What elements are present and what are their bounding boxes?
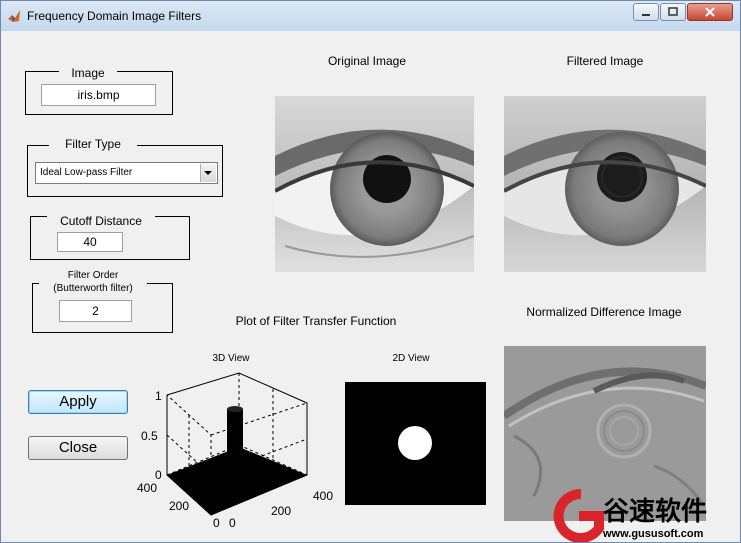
3d-view-title: 3D View bbox=[212, 353, 250, 364]
filter-order-label-line2: (Butterworth filter) bbox=[53, 283, 133, 294]
filter-type-selected: Ideal Low-pass Filter bbox=[40, 167, 133, 178]
original-image bbox=[275, 96, 474, 272]
plot-2d bbox=[345, 382, 486, 505]
original-image-title: Original Image bbox=[327, 54, 407, 68]
cutoff-label: Cutoff Distance bbox=[47, 214, 155, 228]
close-icon bbox=[705, 7, 715, 17]
image-group-label: Image bbox=[59, 66, 117, 80]
z-tick-1: 1 bbox=[155, 389, 162, 403]
filter-type-dropdown[interactable]: Ideal Low-pass Filter bbox=[35, 162, 218, 184]
title-bar[interactable]: Frequency Domain Image Filters bbox=[1, 1, 740, 31]
watermark-logo: 谷速软件 www.gususoft.com bbox=[553, 488, 707, 542]
watermark-brand: 谷速软件 bbox=[603, 497, 707, 527]
maximize-icon bbox=[668, 7, 678, 16]
window-title: Frequency Domain Image Filters bbox=[27, 9, 202, 23]
apply-button[interactable]: Apply bbox=[28, 390, 128, 414]
minimize-button[interactable] bbox=[633, 3, 659, 21]
filtered-image-title: Filtered Image bbox=[566, 54, 644, 68]
y-tick-400: 400 bbox=[137, 481, 157, 495]
minimize-icon bbox=[642, 14, 650, 16]
filter-order-input[interactable]: 2 bbox=[59, 300, 132, 322]
dropdown-arrow[interactable] bbox=[200, 164, 216, 182]
filter-order-label: Filter Order (Butterworth filter) bbox=[39, 269, 147, 295]
plot-3d: 1 0.5 0 400 200 0 0 200 400 bbox=[137, 372, 333, 530]
x-tick-400: 400 bbox=[313, 489, 333, 503]
close-window-button[interactable] bbox=[687, 3, 733, 21]
close-button[interactable]: Close bbox=[28, 436, 128, 460]
filter-type-label: Filter Type bbox=[49, 137, 137, 151]
difference-image-title: Normalized Difference Image bbox=[526, 305, 682, 319]
z-tick-0: 0 bbox=[155, 468, 162, 482]
filtered-image bbox=[504, 96, 706, 272]
image-filename-input[interactable]: iris.bmp bbox=[41, 84, 156, 106]
chevron-down-icon bbox=[204, 171, 212, 175]
y-tick-200: 200 bbox=[169, 499, 189, 513]
z-tick-0.5: 0.5 bbox=[141, 429, 158, 443]
2d-view-title: 2D View bbox=[392, 353, 430, 364]
maximize-button[interactable] bbox=[660, 3, 686, 21]
x-tick-200: 200 bbox=[271, 504, 291, 518]
watermark-url: www.gususoft.com bbox=[602, 528, 704, 540]
transfer-function-title: Plot of Filter Transfer Function bbox=[235, 314, 397, 328]
matlab-icon bbox=[8, 10, 20, 22]
main-window: Frequency Domain Image Filters Image iri… bbox=[0, 0, 741, 543]
x-tick-0: 0 bbox=[229, 516, 236, 530]
cutoff-distance-input[interactable]: 40 bbox=[57, 232, 123, 252]
filter-order-label-line1: Filter Order bbox=[67, 270, 119, 281]
y-tick-0: 0 bbox=[213, 516, 220, 530]
